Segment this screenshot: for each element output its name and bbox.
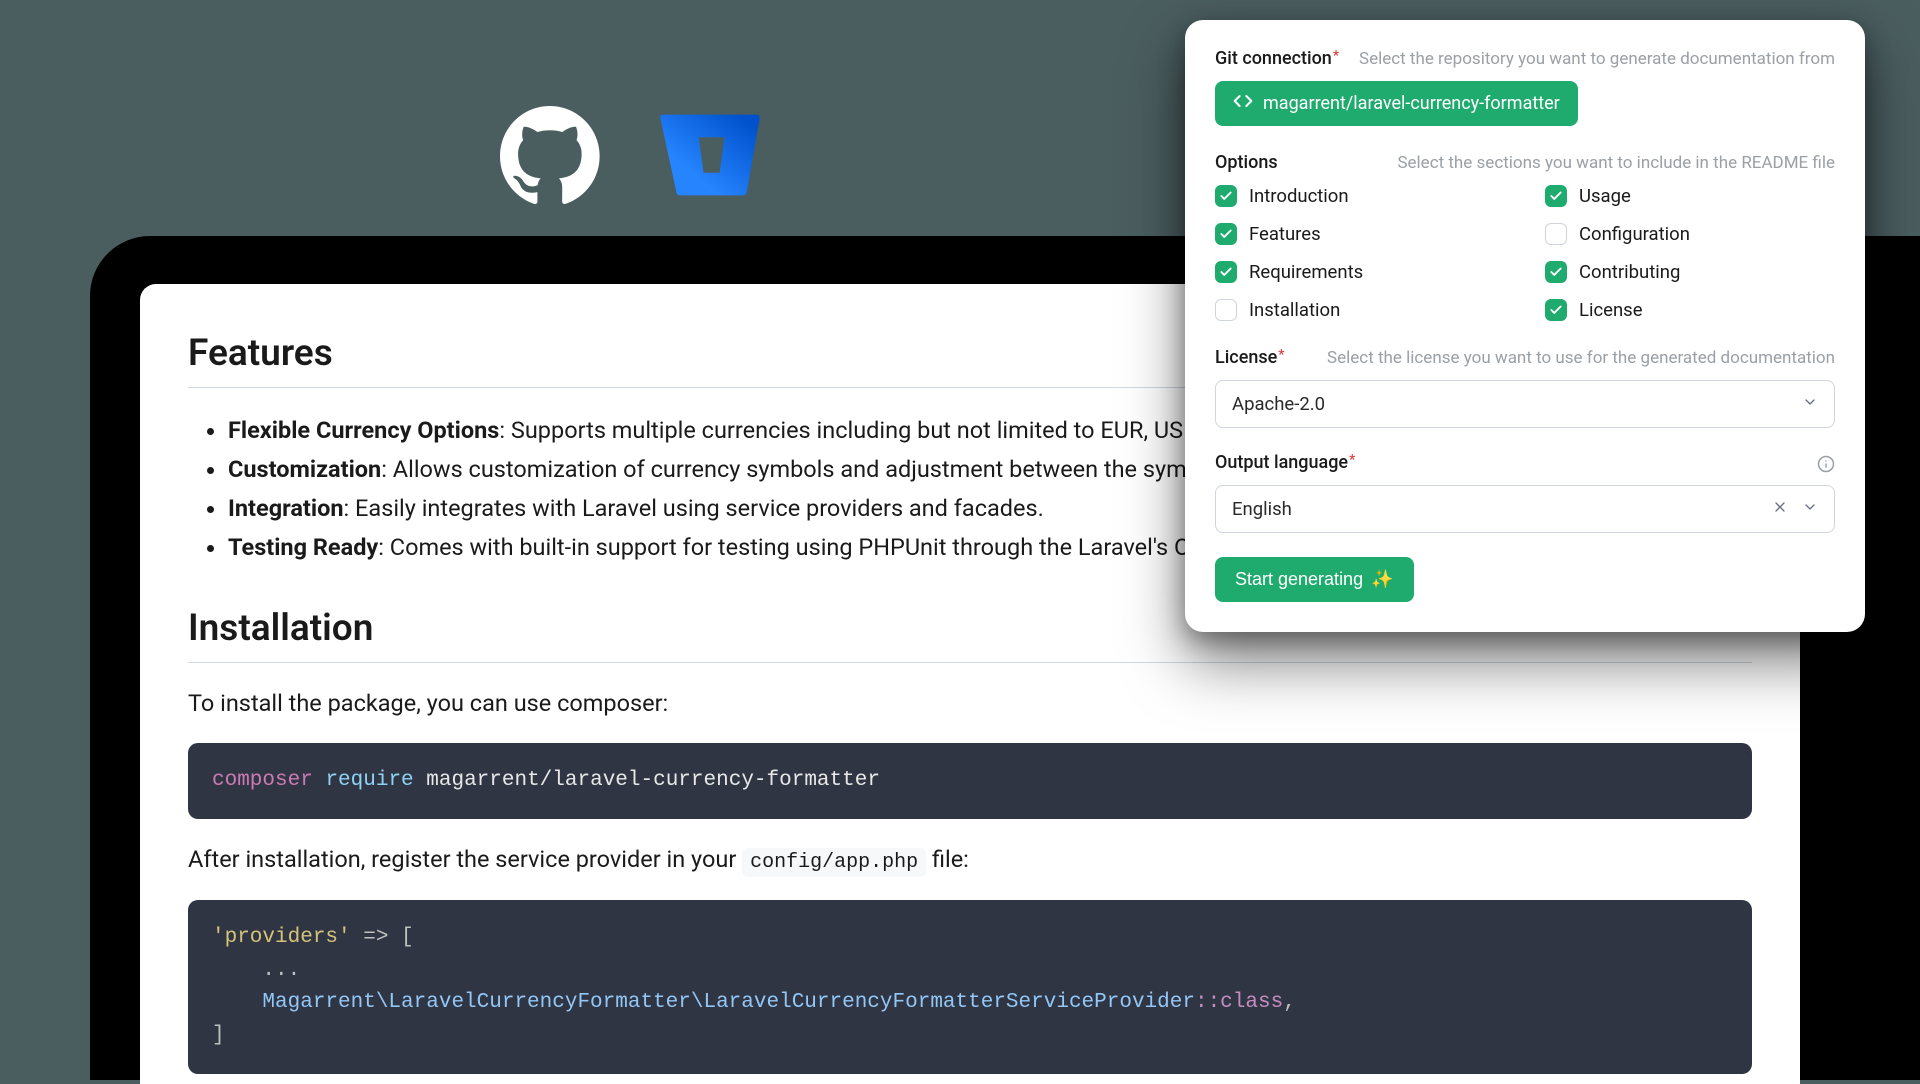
output-language-label: Output language*: [1215, 452, 1355, 473]
option-configuration[interactable]: Configuration: [1545, 223, 1835, 245]
license-label: License*: [1215, 347, 1285, 368]
install-intro: To install the package, you can use comp…: [188, 689, 1752, 717]
license-value: Apache-2.0: [1232, 393, 1325, 415]
git-connection-label: Git connection*: [1215, 48, 1339, 69]
code-block-composer: composer require magarrent/laravel-curre…: [188, 743, 1752, 820]
install-register-provider: After installation, register the service…: [188, 845, 1752, 874]
option-usage[interactable]: Usage: [1545, 185, 1835, 207]
checkbox-checked-icon: [1215, 185, 1237, 207]
options-label: Options: [1215, 152, 1278, 173]
code-icon: [1233, 91, 1253, 116]
option-installation[interactable]: Installation: [1215, 299, 1505, 321]
config-path-code: config/app.php: [742, 848, 926, 877]
option-label: Configuration: [1579, 223, 1690, 245]
checkbox-checked-icon: [1545, 185, 1567, 207]
option-introduction[interactable]: Introduction: [1215, 185, 1505, 207]
option-label: Contributing: [1579, 261, 1680, 283]
checkbox-unchecked-icon: [1545, 223, 1567, 245]
option-label: Usage: [1579, 185, 1631, 207]
code-block-providers: 'providers' => [ ... Magarrent\LaravelCu…: [188, 900, 1752, 1074]
license-hint: Select the license you want to use for t…: [1327, 348, 1835, 368]
checkbox-checked-icon: [1215, 223, 1237, 245]
sparkle-icon: ✨: [1371, 569, 1393, 590]
checkbox-checked-icon: [1545, 299, 1567, 321]
checkbox-checked-icon: [1545, 261, 1567, 283]
option-label: License: [1579, 299, 1643, 321]
info-icon[interactable]: [1817, 453, 1835, 473]
repo-selected-chip[interactable]: magarrent/laravel-currency-formatter: [1215, 81, 1578, 126]
option-label: Introduction: [1249, 185, 1349, 207]
license-select[interactable]: Apache-2.0: [1215, 380, 1835, 428]
start-generating-button[interactable]: Start generating ✨: [1215, 557, 1414, 602]
option-requirements[interactable]: Requirements: [1215, 261, 1505, 283]
chevron-down-icon: [1802, 393, 1818, 415]
option-label: Features: [1249, 223, 1321, 245]
option-features[interactable]: Features: [1215, 223, 1505, 245]
chevron-down-icon: [1802, 498, 1818, 520]
option-label: Requirements: [1249, 261, 1363, 283]
options-hint: Select the sections you want to include …: [1397, 153, 1835, 173]
checkbox-unchecked-icon: [1215, 299, 1237, 321]
language-value: English: [1232, 498, 1292, 520]
clear-icon[interactable]: [1772, 498, 1788, 520]
repo-name: magarrent/laravel-currency-formatter: [1263, 93, 1560, 114]
option-license[interactable]: License: [1545, 299, 1835, 321]
config-panel: Git connection* Select the repository yo…: [1185, 20, 1865, 632]
checkbox-checked-icon: [1215, 261, 1237, 283]
language-select[interactable]: English: [1215, 485, 1835, 533]
git-connection-hint: Select the repository you want to genera…: [1359, 49, 1835, 69]
bitbucket-icon: [660, 105, 760, 209]
option-label: Installation: [1249, 299, 1340, 321]
option-contributing[interactable]: Contributing: [1545, 261, 1835, 283]
github-icon: [500, 105, 600, 209]
